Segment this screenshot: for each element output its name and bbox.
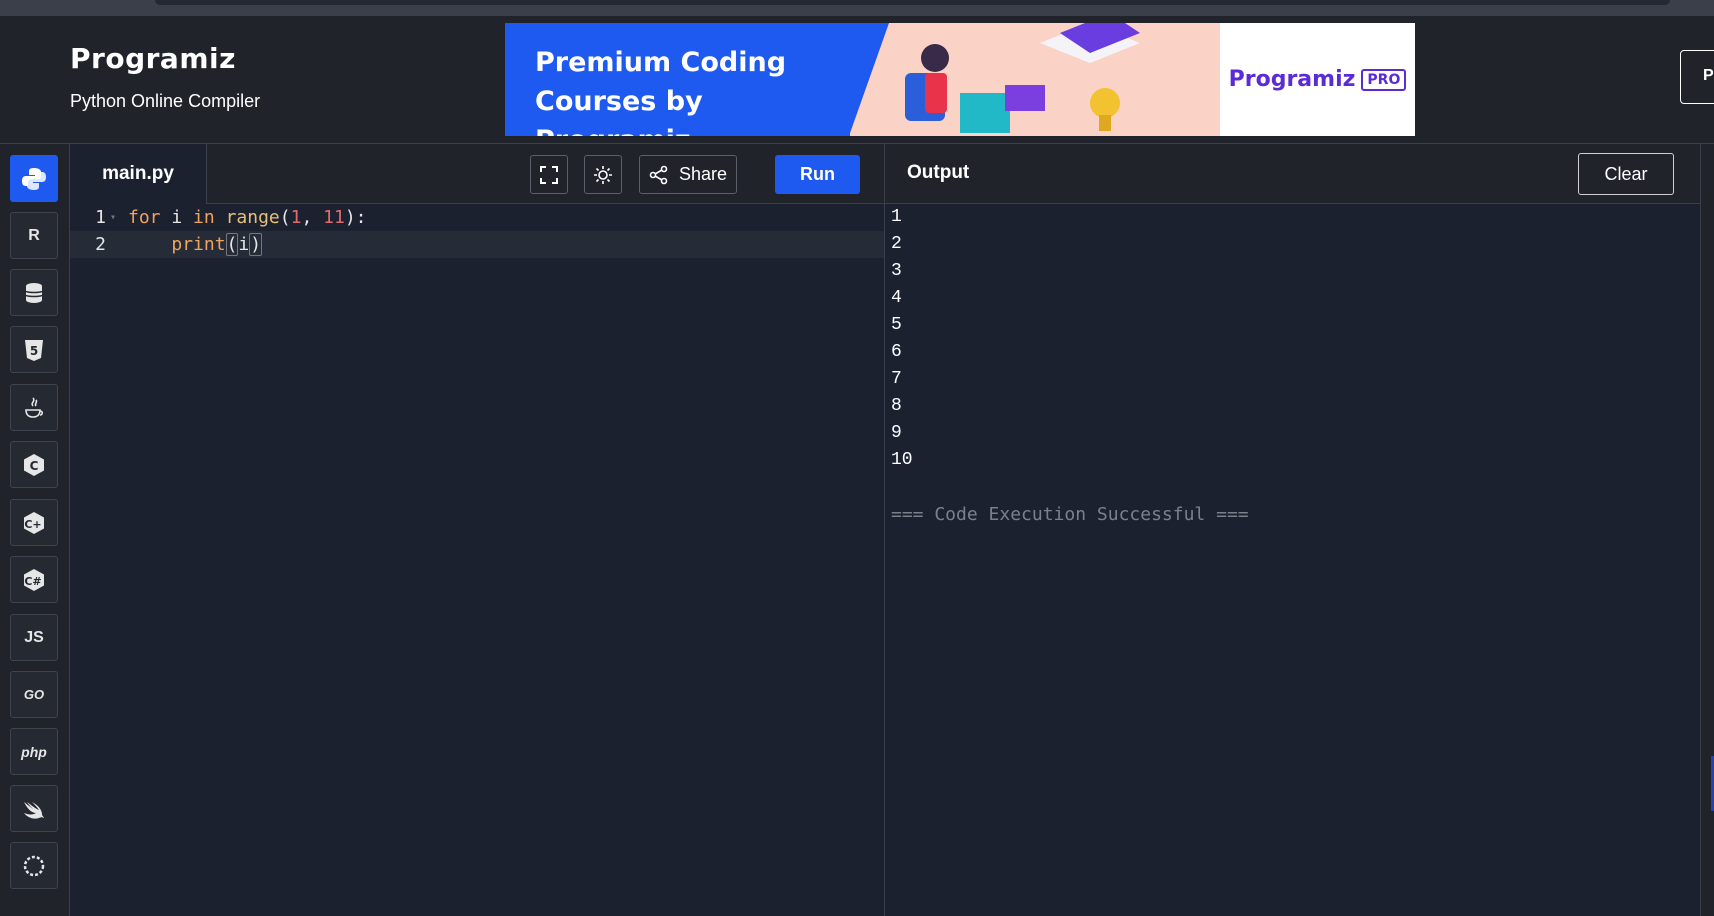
share-button[interactable]: Share (639, 155, 737, 194)
html5-icon[interactable]: 5 (10, 326, 58, 373)
banner-line-2: Courses by Programiz (535, 86, 703, 136)
editor-toolbar: main.py Share Run (70, 144, 885, 204)
js-icon-label: JS (24, 628, 44, 646)
line-number: 1 (95, 207, 106, 228)
cpp-icon[interactable]: C+ (10, 499, 58, 546)
code-line: 2 print(i) (70, 231, 885, 258)
html5-icon-label: 5 (30, 344, 38, 358)
theme-toggle-icon[interactable] (584, 155, 622, 194)
output-line: 3 (891, 261, 902, 281)
banner-art-icon (905, 23, 1140, 133)
csharp-icon-label: C# (24, 575, 41, 588)
header-edge-button[interactable]: P (1680, 50, 1714, 104)
output-title: Output (907, 162, 970, 183)
go-icon-label: GO (23, 687, 45, 702)
code-editor[interactable]: 1 ▾ for i in range(1, 11): 2 print(i) (70, 204, 885, 916)
output-line: 9 (891, 423, 902, 443)
line-number: 2 (95, 234, 106, 255)
programiz-logo[interactable]: Programiz (70, 42, 236, 75)
output-line: 1 (891, 207, 902, 227)
output-console: 1 2 3 4 5 6 7 8 9 10 === Code Execution … (885, 204, 1700, 916)
database-icon[interactable] (10, 269, 58, 316)
run-button[interactable]: Run (775, 155, 860, 194)
php-icon[interactable]: php (10, 728, 58, 775)
right-edge-panel (1700, 144, 1714, 916)
output-line: 5 (891, 315, 902, 335)
ad-banner[interactable]: Premium Coding Courses by Programiz Prog… (505, 23, 1415, 136)
tab-main-py[interactable]: main.py (70, 144, 207, 204)
r-icon[interactable]: R (10, 212, 58, 259)
java-icon[interactable] (10, 384, 58, 431)
r-icon-label: R (28, 226, 40, 244)
pro-badge: PRO (1361, 68, 1407, 91)
csharp-icon[interactable]: C# (10, 556, 58, 603)
c-icon[interactable]: C (10, 441, 58, 488)
output-line: 10 (891, 450, 913, 470)
js-icon[interactable]: JS (10, 614, 58, 661)
banner-brand: Programiz PRO (1220, 23, 1415, 136)
browser-tab-strip (155, 0, 1670, 5)
language-sidebar: R 5 C C+ C# JS GO php (0, 144, 70, 916)
code-line-2: print(i) (171, 233, 263, 256)
output-line: 6 (891, 342, 902, 362)
share-button-label: Share (678, 164, 728, 184)
python-icon[interactable] (10, 155, 58, 202)
code-line-1: for i in range(1, 11): (128, 207, 367, 228)
header: Programiz Python Online Compiler Premium… (0, 16, 1714, 144)
share-icon (649, 165, 668, 184)
cpp-icon-label: C+ (24, 518, 41, 531)
banner-illustration (849, 23, 1220, 136)
output-line: 8 (891, 396, 902, 416)
output-line: 7 (891, 369, 902, 389)
fullscreen-icon[interactable] (530, 155, 568, 194)
output-line: 2 (891, 234, 902, 254)
rust-icon[interactable] (10, 842, 58, 889)
clear-button[interactable]: Clear (1578, 153, 1674, 195)
swift-icon[interactable] (10, 785, 58, 832)
fold-arrow-icon[interactable]: ▾ (110, 204, 116, 231)
output-toolbar: Output Clear (885, 144, 1700, 204)
output-line: 4 (891, 288, 902, 308)
php-icon-label: php (21, 743, 47, 760)
banner-text: Premium Coding Courses by Programiz (505, 23, 850, 136)
header-edge-label: P (1703, 67, 1714, 84)
page-subtitle: Python Online Compiler (70, 91, 261, 111)
code-line: 1 ▾ for i in range(1, 11): (70, 204, 885, 231)
c-icon-label: C (30, 459, 39, 473)
banner-brand-name: Programiz (1228, 67, 1356, 92)
banner-line-1: Premium Coding (535, 47, 787, 78)
execution-status: === Code Execution Successful === (891, 504, 1249, 525)
go-icon[interactable]: GO (10, 671, 58, 718)
browser-strip (0, 0, 1714, 16)
